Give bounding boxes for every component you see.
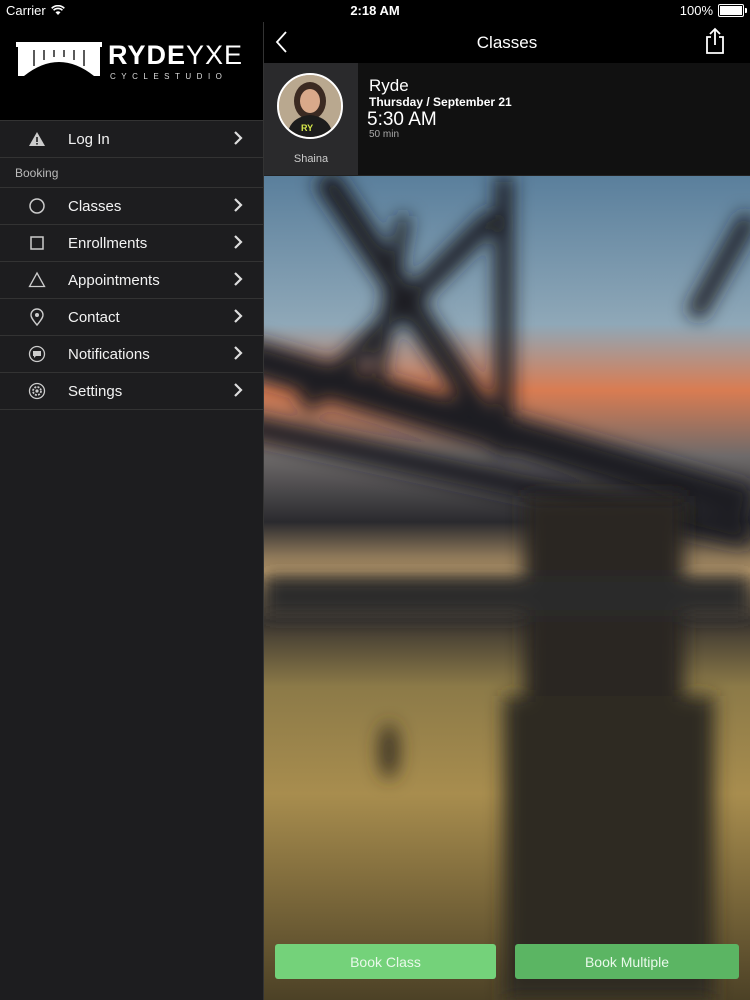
sidebar-menu: Log In Booking Classes Enrollments Appoi… — [0, 120, 263, 410]
sidebar-item-log-in[interactable]: Log In — [0, 120, 263, 158]
book-multiple-button[interactable]: Book Multiple — [515, 944, 739, 979]
book-class-button[interactable]: Book Class — [275, 944, 496, 979]
sidebar-item-label: Log In — [68, 130, 110, 148]
sidebar-item-contact[interactable]: Contact — [0, 299, 263, 336]
class-time: 5:30 AM — [367, 109, 437, 130]
sidebar-item-classes[interactable]: Classes — [0, 188, 263, 225]
sidebar-item-label: Settings — [68, 382, 123, 400]
chevron-right-icon — [234, 309, 243, 323]
class-name: Ryde — [369, 76, 409, 95]
sidebar: RYDEYXE CYCLESTUDIO Log In Booking Class… — [0, 22, 264, 1000]
sidebar-item-enrollments[interactable]: Enrollments — [0, 225, 263, 262]
location-pin-icon — [30, 308, 44, 326]
class-info-card: RY Shaina Ryde Thursday / September 21 5… — [264, 63, 750, 176]
sidebar-item-appointments[interactable]: Appointments — [0, 262, 263, 299]
warning-icon — [29, 132, 45, 146]
battery-indicator: 100% — [679, 3, 747, 18]
sidebar-item-settings[interactable]: Settings — [0, 373, 263, 410]
sidebar-item-label: Notifications — [68, 345, 150, 363]
instructor-name: Shaina — [293, 153, 329, 165]
status-bar: Carrier 2:18 AM 100% — [0, 0, 750, 22]
avatar: RY — [277, 73, 343, 139]
battery-percent: 100% — [679, 3, 713, 18]
section-header-booking: Booking — [0, 158, 263, 188]
class-date: Thursday / September 21 — [369, 95, 512, 109]
gear-icon — [28, 382, 46, 400]
instructor-card[interactable]: RY Shaina — [264, 63, 358, 175]
triangle-icon — [28, 271, 46, 288]
brand-name-light: YXE — [186, 40, 244, 70]
svg-text:RY: RY — [301, 123, 313, 133]
sidebar-item-label: Contact — [68, 308, 120, 326]
sidebar-item-label: Appointments — [68, 271, 160, 289]
chevron-right-icon — [234, 235, 243, 249]
navigation-bar: Classes — [264, 22, 750, 63]
chevron-right-icon — [234, 346, 243, 360]
battery-icon — [718, 4, 747, 17]
sidebar-item-notifications[interactable]: Notifications — [0, 336, 263, 373]
chevron-right-icon — [234, 198, 243, 212]
sidebar-item-label: Classes — [68, 197, 122, 215]
class-duration: 50 min — [369, 129, 400, 140]
chevron-right-icon — [234, 272, 243, 286]
page-title: Classes — [476, 33, 538, 52]
class-background-image — [264, 176, 750, 1000]
chat-bubble-icon — [28, 345, 46, 363]
circle-icon — [29, 198, 45, 214]
bridge-logo-icon — [16, 42, 102, 77]
brand-name: RYDEYXE — [108, 40, 243, 71]
square-icon — [30, 236, 44, 250]
class-detail-panel: Classes RY Shaina Ryde Thursday / Septem… — [264, 22, 750, 1000]
instructor-photo: RY — [279, 75, 341, 137]
brand-name-bold: RYDE — [108, 40, 187, 70]
sidebar-item-label: Enrollments — [68, 234, 148, 252]
clock: 2:18 AM — [350, 3, 400, 18]
brand-logo: RYDEYXE CYCLESTUDIO — [0, 22, 263, 120]
share-icon[interactable] — [704, 27, 726, 55]
chevron-right-icon — [234, 383, 243, 397]
brand-tagline: CYCLESTUDIO — [110, 72, 228, 81]
chevron-right-icon — [234, 131, 243, 145]
